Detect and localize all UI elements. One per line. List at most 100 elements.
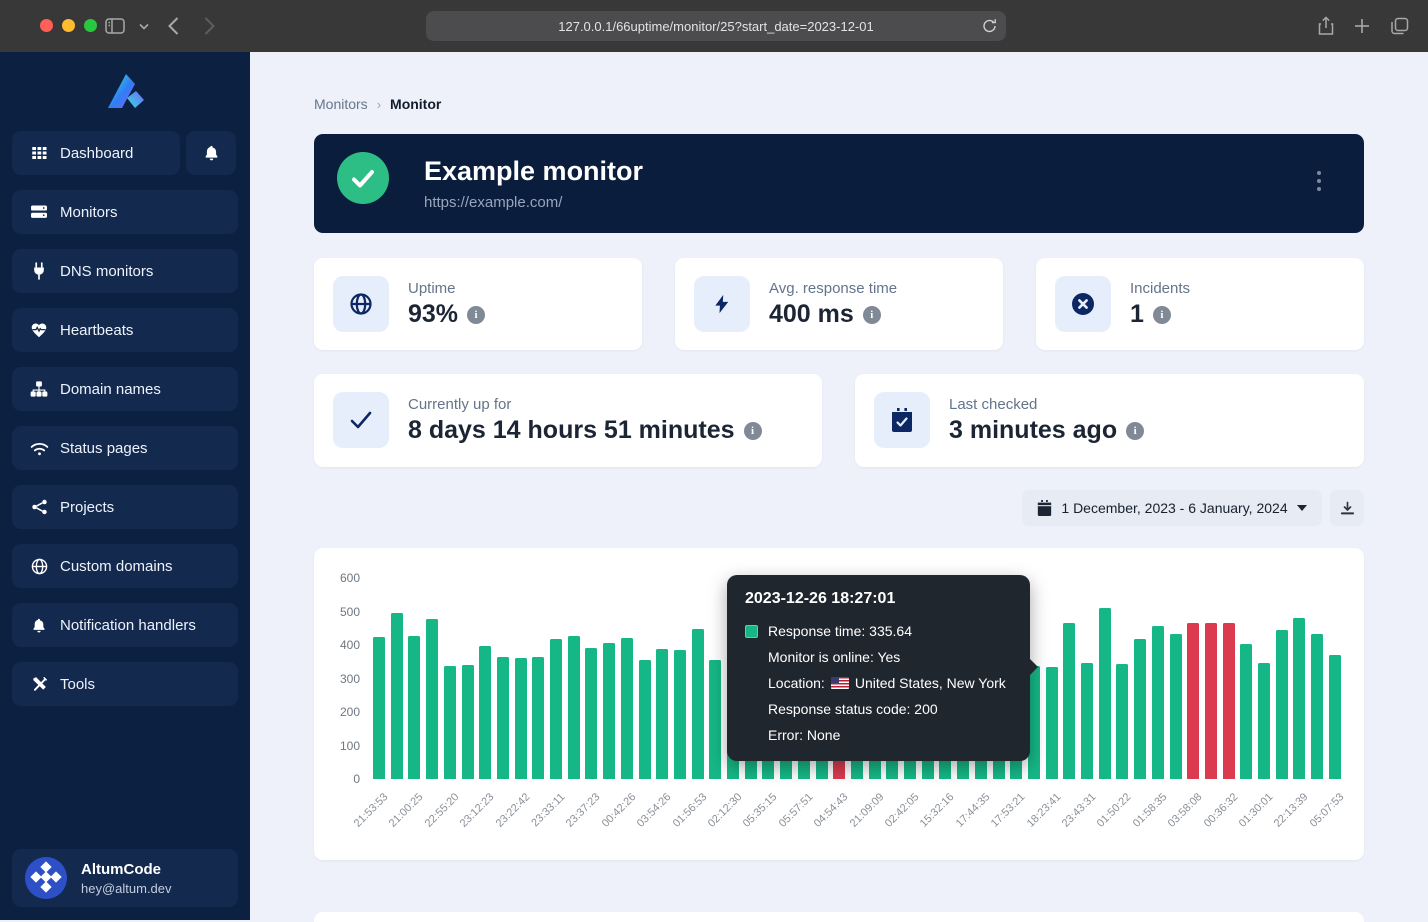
fullscreen-window-button[interactable] <box>84 19 97 32</box>
bar-up[interactable] <box>1116 664 1128 779</box>
bar-up[interactable] <box>1063 623 1075 779</box>
bar-up[interactable] <box>709 660 721 779</box>
monitor-url[interactable]: https://example.com/ <box>424 194 562 211</box>
bar-up[interactable] <box>1152 626 1164 779</box>
check-icon <box>333 392 389 448</box>
tooltip-online: Monitor is online: Yes <box>768 644 900 670</box>
forward-button[interactable] <box>196 13 222 39</box>
share-icon[interactable] <box>1313 13 1339 39</box>
bar-up[interactable] <box>1240 644 1252 779</box>
bar-down[interactable] <box>1205 623 1217 779</box>
info-icon[interactable]: i <box>467 306 485 324</box>
sidebar-item-notification-handlers[interactable]: Notification handlers <box>12 603 238 647</box>
stat-value: 1 <box>1130 300 1144 329</box>
server-icon <box>29 204 49 220</box>
bar-up[interactable] <box>674 650 686 779</box>
bar-up[interactable] <box>391 613 403 779</box>
monitor-header-card: Example monitor https://example.com/ <box>314 134 1364 233</box>
account-menu[interactable]: AltumCode hey@altum.dev <box>12 849 238 907</box>
bar-up[interactable] <box>515 658 527 779</box>
bar-up[interactable] <box>585 648 597 779</box>
tooltip-status-code: Response status code: 200 <box>768 696 938 722</box>
sidebar-toggle-icon[interactable] <box>102 13 128 39</box>
back-button[interactable] <box>160 13 186 39</box>
bar-up[interactable] <box>550 639 562 779</box>
main-content: Monitors › Monitor Example monitor https… <box>250 52 1428 920</box>
account-email: hey@altum.dev <box>81 881 172 896</box>
bar-up[interactable] <box>656 649 668 779</box>
sidebar-item-dns-monitors[interactable]: DNS monitors <box>12 249 238 293</box>
bar-up[interactable] <box>1329 655 1341 779</box>
app-logo-icon[interactable] <box>100 68 148 116</box>
y-tick-label: 500 <box>320 605 360 619</box>
sidebar-item-dashboard[interactable]: Dashboard <box>12 131 180 175</box>
bar-up[interactable] <box>497 657 509 779</box>
sidebar-item-status-pages[interactable]: Status pages <box>12 426 238 470</box>
date-range-value: 1 December, 2023 - 6 January, 2024 <box>1061 500 1287 516</box>
bar-up[interactable] <box>444 666 456 779</box>
bar-up[interactable] <box>621 638 633 779</box>
close-window-button[interactable] <box>40 19 53 32</box>
minimize-window-button[interactable] <box>62 19 75 32</box>
bar-up[interactable] <box>1134 639 1146 779</box>
bar-up[interactable] <box>373 637 385 779</box>
sidebar-item-custom-domains[interactable]: Custom domains <box>12 544 238 588</box>
sidebar-item-monitors[interactable]: Monitors <box>12 190 238 234</box>
notifications-button[interactable] <box>186 131 236 175</box>
bar-up[interactable] <box>462 665 474 779</box>
bar-up[interactable] <box>426 619 438 779</box>
bar-up[interactable] <box>1293 618 1305 779</box>
bar-up[interactable] <box>532 657 544 779</box>
bar-up[interactable] <box>639 660 651 779</box>
monitor-options-button[interactable] <box>1310 164 1328 198</box>
bar-up[interactable] <box>692 629 704 779</box>
tooltip-timestamp: 2023-12-26 18:27:01 <box>745 590 1012 608</box>
bar-down[interactable] <box>1223 623 1235 779</box>
reload-icon[interactable] <box>982 17 997 34</box>
sidebar-item-label: Custom domains <box>60 558 173 575</box>
stat-label: Last checked <box>949 396 1037 413</box>
download-icon <box>1340 501 1355 516</box>
sidebar-item-label: DNS monitors <box>60 263 153 280</box>
tab-overview-icon[interactable] <box>1387 13 1413 39</box>
date-range-picker[interactable]: 1 December, 2023 - 6 January, 2024 <box>1022 490 1322 526</box>
bar-up[interactable] <box>1258 663 1270 779</box>
new-tab-icon[interactable] <box>1349 13 1375 39</box>
y-tick-label: 300 <box>320 672 360 686</box>
chevron-down-icon[interactable] <box>131 13 157 39</box>
bar-up[interactable] <box>408 636 420 779</box>
bar-up[interactable] <box>1276 630 1288 779</box>
address-bar[interactable]: 127.0.0.1/66uptime/monitor/25?start_date… <box>426 11 1006 41</box>
bar-up[interactable] <box>1081 663 1093 779</box>
breadcrumb-current: Monitor <box>390 96 441 112</box>
info-icon[interactable]: i <box>1153 306 1171 324</box>
bar-up[interactable] <box>603 643 615 779</box>
screwdriver-wrench-icon <box>29 676 49 693</box>
download-report-button[interactable] <box>1330 490 1364 526</box>
next-section-card <box>314 912 1364 922</box>
calendar-check-icon <box>874 392 930 448</box>
bolt-icon <box>694 276 750 332</box>
account-name: AltumCode <box>81 861 172 878</box>
bar-up[interactable] <box>1311 634 1323 779</box>
avg-response-card: Avg. response time 400 msi <box>675 258 1003 350</box>
info-icon[interactable]: i <box>1126 422 1144 440</box>
info-icon[interactable]: i <box>863 306 881 324</box>
sidebar-item-label: Notification handlers <box>60 617 196 634</box>
bell-icon <box>29 617 49 634</box>
plug-icon <box>29 262 49 280</box>
bar-up[interactable] <box>1170 634 1182 779</box>
sidebar-item-projects[interactable]: Projects <box>12 485 238 529</box>
bar-up[interactable] <box>1046 667 1058 779</box>
sidebar-item-heartbeats[interactable]: Heartbeats <box>12 308 238 352</box>
bar-up[interactable] <box>568 636 580 779</box>
bar-down[interactable] <box>1187 623 1199 779</box>
sidebar: Dashboard Monitors DNS monitors Heartbea… <box>0 52 250 920</box>
sidebar-item-domain-names[interactable]: Domain names <box>12 367 238 411</box>
bar-up[interactable] <box>479 646 491 779</box>
breadcrumb-monitors-link[interactable]: Monitors <box>314 96 368 112</box>
bar-up[interactable] <box>1099 608 1111 779</box>
info-icon[interactable]: i <box>744 422 762 440</box>
sidebar-item-tools[interactable]: Tools <box>12 662 238 706</box>
heart-pulse-icon <box>29 322 49 338</box>
